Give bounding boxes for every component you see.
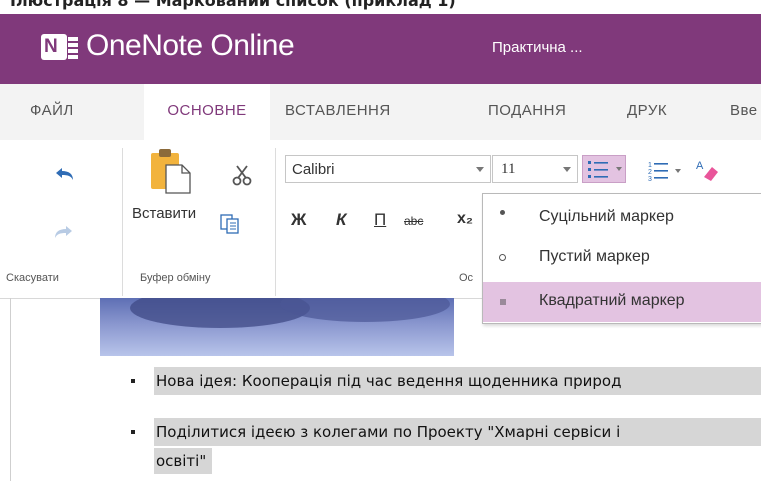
menu-item-hollow-bullet[interactable]: Пустий маркер	[483, 238, 761, 278]
svg-text:2: 2	[648, 169, 652, 176]
bold-button[interactable]: Ж	[291, 210, 306, 230]
tab-file[interactable]: ФАЙЛ	[30, 84, 106, 140]
menu-item-solid-bullet[interactable]: Суцільний маркер	[483, 198, 761, 238]
subscript-button[interactable]: x₂	[457, 210, 473, 228]
cropped-caption: Ілюстрація 8 — Маркований список (прикла…	[0, 0, 761, 14]
square-bullet-icon	[500, 299, 506, 305]
notebook-lines-icon	[68, 37, 78, 59]
onenote-logo-icon: N	[41, 34, 67, 60]
app-title: OneNote Online	[86, 29, 295, 62]
numbered-list-icon[interactable]: 1 2 3	[647, 159, 687, 181]
group-divider	[122, 148, 123, 296]
bullet-list-button[interactable]	[582, 155, 626, 183]
tab-view[interactable]: ПОДАННЯ	[488, 84, 588, 140]
svg-text:3: 3	[648, 176, 652, 181]
font-name-value: Calibri	[292, 161, 335, 178]
paste-icon[interactable]	[148, 147, 196, 195]
list-bullet-icon	[131, 379, 135, 383]
menu-item-square-bullet[interactable]: Квадратний маркер	[483, 282, 761, 322]
italic-button[interactable]: К	[336, 210, 346, 230]
tab-home[interactable]: ОСНОВНЕ	[144, 84, 270, 140]
undo-group-label: Скасувати	[6, 272, 59, 284]
font-name-field[interactable]: Calibri	[285, 155, 491, 183]
note-list-item[interactable]: Поділитися ідеєю з колегами по Проекту "…	[154, 418, 761, 446]
chevron-down-icon	[616, 167, 622, 171]
underline-button[interactable]: П	[374, 210, 386, 230]
title-bar: N OneNote Online Практична ...	[0, 14, 761, 84]
solid-bullet-icon	[500, 210, 505, 215]
onenote-window: Ілюстрація 8 — Маркований список (прикла…	[0, 0, 761, 481]
bullet-style-menu: Суцільний маркер Пустий маркер Квадратни…	[482, 193, 761, 324]
note-list-item[interactable]: Нова ідея: Кооперація під час ведення що…	[154, 367, 761, 395]
undo-icon[interactable]	[52, 165, 76, 185]
tab-insert[interactable]: ВСТАВЛЕННЯ	[285, 84, 445, 140]
svg-text:A: A	[696, 160, 704, 172]
paste-button[interactable]: Вставити	[132, 205, 196, 222]
font-size-field[interactable]: 11	[492, 155, 578, 183]
chevron-down-icon	[563, 167, 571, 172]
page-border	[10, 298, 11, 481]
sky-image	[100, 298, 454, 356]
clear-formatting-icon[interactable]: A	[694, 157, 720, 183]
basic-text-group-label: Ос	[459, 272, 474, 284]
bullet-list-icon	[588, 161, 608, 178]
hollow-bullet-icon	[499, 254, 506, 261]
clipboard-group-label: Буфер обміну	[140, 272, 211, 284]
tab-print[interactable]: ДРУК	[627, 84, 687, 140]
font-size-value: 11	[501, 161, 516, 177]
caption-text: Ілюстрація 8 — Маркований список (прикла…	[10, 0, 456, 10]
note-list-item-continuation[interactable]: освіті"	[154, 448, 213, 474]
svg-text:1: 1	[648, 162, 652, 169]
copy-icon[interactable]	[218, 211, 242, 235]
group-divider	[275, 148, 276, 296]
tab-tell-me[interactable]: Вве	[730, 84, 761, 140]
strikethrough-button[interactable]: abc	[404, 214, 423, 228]
list-bullet-icon	[131, 430, 135, 434]
ribbon-tabs: ФАЙЛ ОСНОВНЕ ВСТАВЛЕННЯ ПОДАННЯ ДРУК Вве	[0, 84, 761, 140]
document-title[interactable]: Практична ...	[492, 39, 583, 56]
cut-icon[interactable]	[230, 163, 254, 187]
chevron-down-icon	[476, 167, 484, 172]
redo-icon[interactable]	[52, 223, 76, 243]
